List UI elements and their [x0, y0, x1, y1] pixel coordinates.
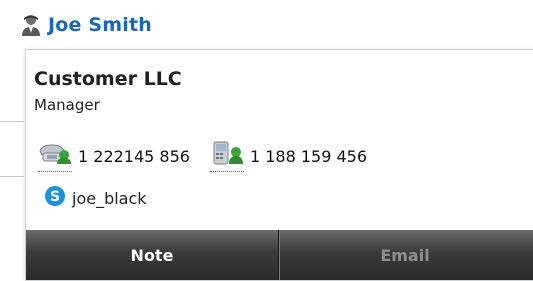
email-button[interactable]: Email [279, 230, 531, 280]
mobile-phone[interactable]: 1 188 159 456 [209, 141, 368, 172]
contact-card-popup: Customer LLC Manager 1 222145 856 1 188 … [25, 49, 533, 281]
user-icon [20, 13, 42, 37]
mobile-phone-icon[interactable] [209, 141, 244, 172]
company-name: Customer LLC [34, 68, 182, 90]
skype-contact[interactable]: S joe_black [44, 185, 147, 211]
svg-text:S: S [50, 189, 60, 205]
contact-header: Joe Smith [20, 10, 152, 40]
office-phone-icon[interactable] [38, 141, 72, 172]
background-divider-line [0, 176, 24, 177]
note-button[interactable]: Note [26, 230, 278, 280]
phone-row: 1 222145 856 1 188 159 456 [38, 141, 387, 172]
skype-username: joe_black [72, 188, 147, 208]
background-divider-line [0, 121, 24, 122]
action-toolbar: Note Email [26, 230, 533, 280]
skype-icon[interactable]: S [44, 185, 66, 211]
job-title: Manager [34, 96, 100, 114]
office-phone-number: 1 222145 856 [78, 147, 190, 166]
office-phone[interactable]: 1 222145 856 [38, 141, 190, 172]
contact-name-link[interactable]: Joe Smith [48, 14, 152, 36]
mobile-phone-number: 1 188 159 456 [249, 147, 368, 166]
